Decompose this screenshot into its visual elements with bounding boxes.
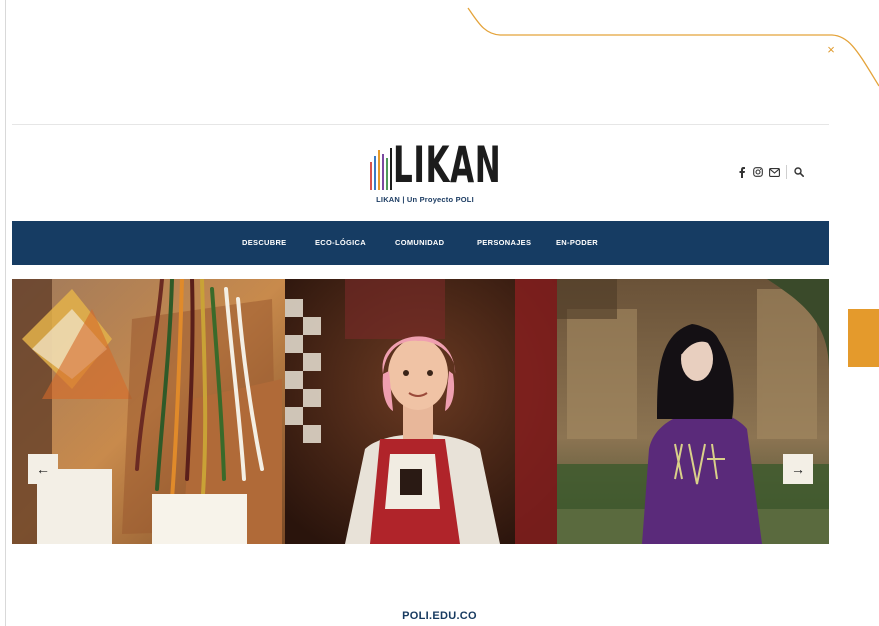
logo-wordmark: LIKAN [393, 136, 502, 194]
footer-link[interactable]: POLI.EDU.CO [0, 610, 879, 622]
nav-item-eco-logica[interactable]: ECO-LÓGICA [315, 221, 366, 265]
slider-next-button[interactable]: → [783, 454, 813, 484]
main-navigation: DESCUBRE ECO-LÓGICA COMUNIDAD PERSONAJES… [12, 221, 829, 265]
close-icon[interactable]: × [824, 43, 838, 57]
social-separator [786, 165, 787, 179]
instagram-icon[interactable] [752, 166, 764, 178]
logo-tagline: LIKAN | Un Proyecto POLI [376, 195, 474, 204]
slide-purple-sweater[interactable] [557, 279, 829, 544]
nav-item-personajes[interactable]: PERSONAJES [477, 221, 531, 265]
decorative-curve [467, 7, 879, 87]
logo-bars-icon [370, 148, 392, 190]
nav-item-comunidad[interactable]: COMUNIDAD [395, 221, 444, 265]
facebook-icon[interactable] [736, 166, 748, 178]
mail-icon[interactable] [768, 166, 780, 178]
side-tab-button[interactable] [848, 309, 879, 367]
nav-item-descubre[interactable]: DESCUBRE [242, 221, 287, 265]
slide-woven-textiles[interactable] [12, 279, 285, 544]
image-slider [12, 279, 829, 544]
search-icon[interactable] [793, 166, 805, 178]
header-divider [12, 124, 829, 125]
nav-item-en-poder[interactable]: EN-PODER [556, 221, 598, 265]
person-purple-sweater-photo [557, 279, 829, 544]
woman-pink-hair-portrait [285, 279, 557, 544]
woven-textiles-photo [12, 279, 285, 544]
slide-portrait[interactable] [285, 279, 557, 544]
social-links [736, 165, 809, 179]
slider-prev-button[interactable]: ← [28, 454, 58, 484]
site-logo[interactable]: LIKAN LIKAN | Un Proyecto POLI [360, 138, 501, 210]
